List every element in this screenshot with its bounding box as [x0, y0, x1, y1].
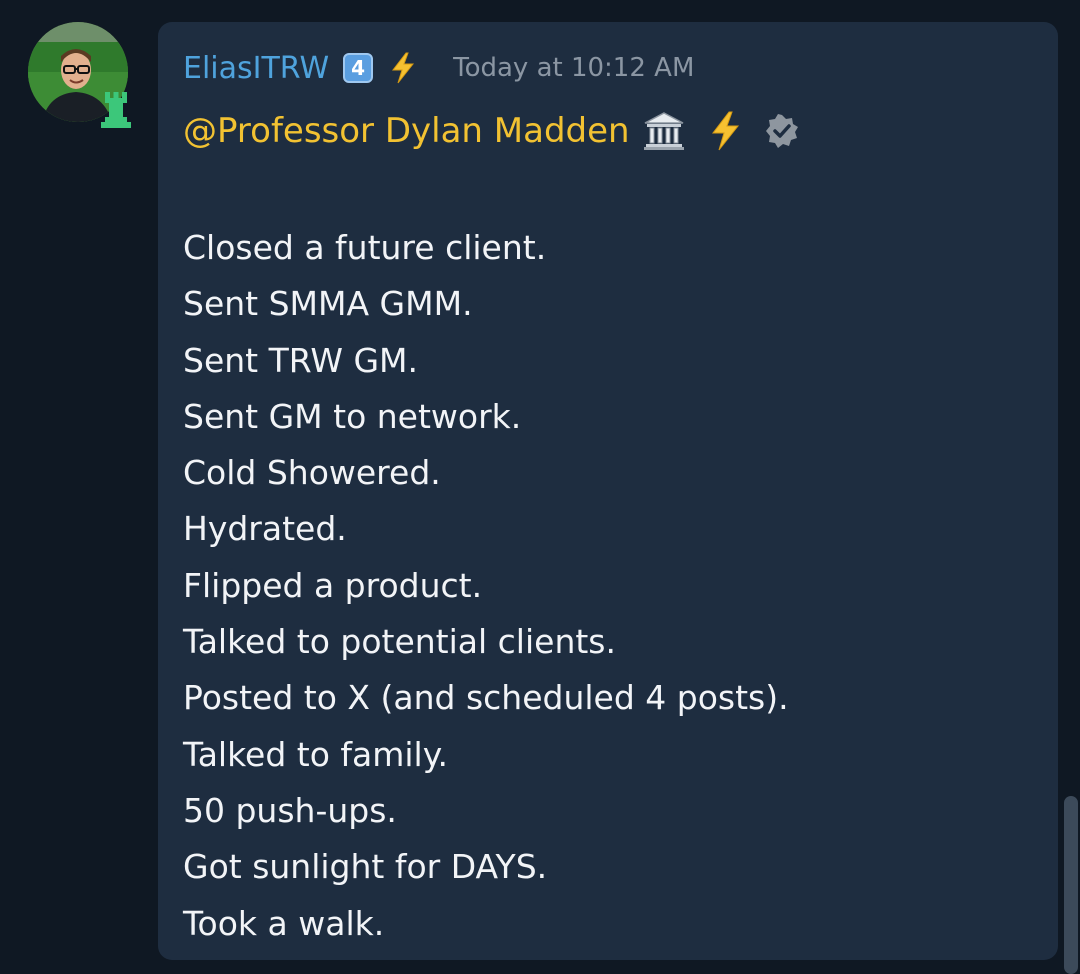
message-line: Closed a future client. — [183, 228, 547, 267]
message-line: Cold Showered. — [183, 453, 441, 493]
scrollbar-thumb[interactable] — [1064, 796, 1078, 974]
message-line: Hydrated. — [183, 509, 347, 549]
classical-building-icon — [643, 112, 684, 150]
mention[interactable]: @Professor Dylan Madden — [183, 111, 630, 151]
message-line: Sent GM to network. — [183, 396, 522, 436]
message-line: Talked to family. — [183, 734, 449, 774]
message-body: Closed a future client. Sent SMMA GMM. S… — [183, 220, 789, 952]
message-line: Sent SMMA GMM. — [183, 284, 473, 324]
lightning-bolt-icon — [711, 111, 739, 151]
message-line: Sent TRW GM. — [183, 340, 418, 380]
message-header: EliasITRW 4 Today at 10:12 AM — [183, 48, 694, 88]
message-line: Talked to potential clients. — [183, 622, 616, 662]
rook-icon — [101, 92, 131, 128]
avatar-container[interactable] — [28, 22, 131, 128]
mention-line: @Professor Dylan Madden — [183, 108, 800, 154]
username[interactable]: EliasITRW — [183, 51, 329, 86]
message-line: Got sunlight for DAYS. — [183, 847, 548, 887]
message-line: 50 push-ups. — [183, 790, 397, 830]
chat-view: EliasITRW 4 Today at 10:12 AM @Professor… — [0, 0, 1080, 974]
verified-badge-icon — [765, 114, 798, 148]
message-line: Posted to X (and scheduled 4 posts). — [183, 678, 789, 718]
message-bubble[interactable]: EliasITRW 4 Today at 10:12 AM @Professor… — [158, 22, 1058, 960]
message-line: Flipped a product. — [183, 565, 483, 605]
level-badge: 4 — [343, 53, 374, 83]
timestamp: Today at 10:12 AM — [453, 53, 695, 83]
message-line: Took a walk. — [183, 903, 385, 943]
lightning-bolt-icon — [392, 52, 415, 84]
